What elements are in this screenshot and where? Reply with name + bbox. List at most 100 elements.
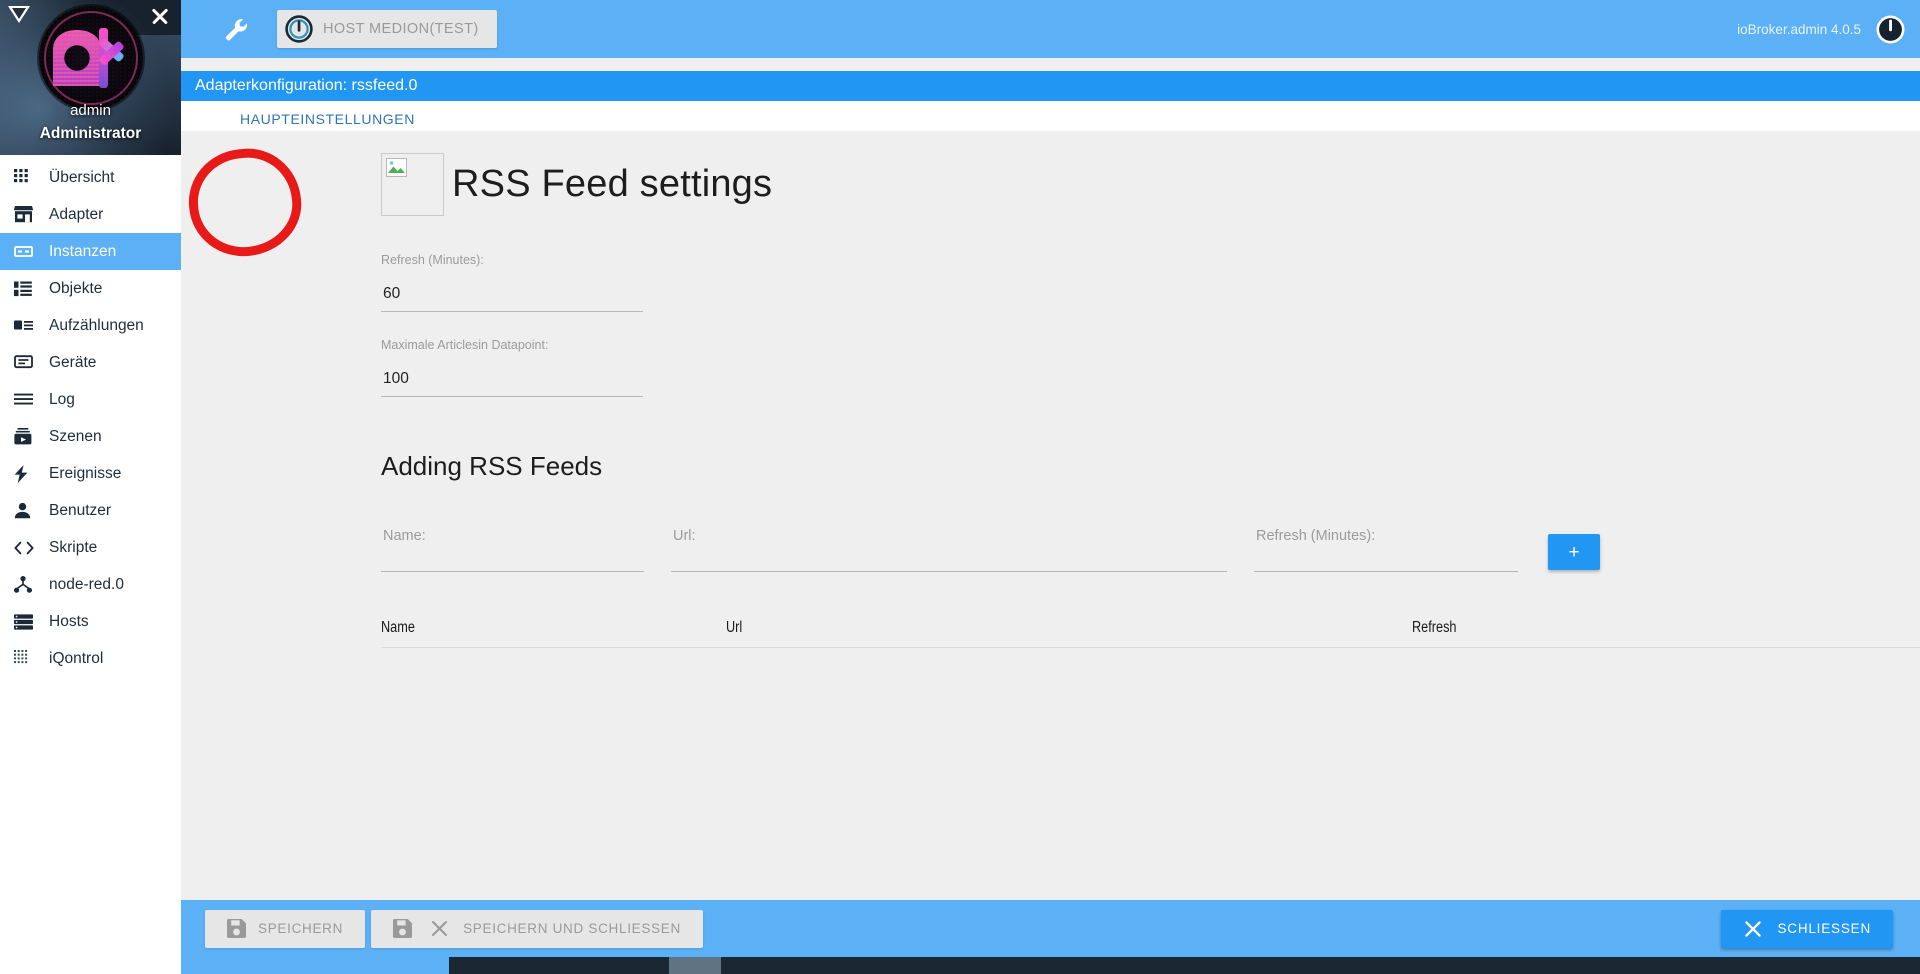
sidebar-item-label: Hosts xyxy=(49,612,89,630)
taskbar-segment-active[interactable] xyxy=(669,957,721,974)
add-feed-refresh-label: Refresh (Minutes): xyxy=(1256,528,1376,544)
plus-icon: + xyxy=(1568,541,1580,563)
sidebar-item-adapter[interactable]: Adapter xyxy=(0,196,181,233)
close-button[interactable]: SCHLIESSEN xyxy=(1721,909,1893,948)
save-button[interactable]: SPEICHERN xyxy=(205,909,366,948)
grid-icon xyxy=(14,168,40,188)
profile-role: Administrator xyxy=(39,125,142,142)
sidebar-item-label: Instanzen xyxy=(49,242,117,260)
sidebar-item-objekte[interactable]: Objekte xyxy=(0,270,181,307)
bolt-icon xyxy=(14,464,40,484)
save-and-close-label: SPEICHERN UND SCHLIESSEN xyxy=(463,921,681,936)
sidebar-item-aufzaehlungen[interactable]: Aufzählungen xyxy=(0,307,181,344)
sidebar: admin Administrator Übersicht Adapter In… xyxy=(0,0,181,974)
sidebar-nav: Übersicht Adapter Instanzen Objekte Aufz… xyxy=(0,155,181,677)
add-feed-url-label: Url: xyxy=(673,528,696,544)
server-stack-icon xyxy=(14,612,40,632)
sidebar-item-label: Objekte xyxy=(49,279,103,297)
person-icon xyxy=(14,501,40,521)
device-icon xyxy=(14,353,40,373)
add-feed-form: Name: Url: Refresh (Minutes): + xyxy=(381,526,1920,572)
floppy-disk-icon xyxy=(227,919,246,938)
taskbar-segment[interactable] xyxy=(181,957,449,974)
host-label: HOST MEDION(TEST) xyxy=(323,21,479,37)
add-feed-name-label: Name: xyxy=(383,528,426,544)
app-root: admin Administrator Übersicht Adapter In… xyxy=(0,0,1920,974)
close-x-icon xyxy=(1743,919,1763,939)
field-refresh-minutes: Refresh (Minutes): xyxy=(381,253,643,312)
taskbar-segment[interactable] xyxy=(721,957,1920,974)
floppy-disk-icon xyxy=(393,919,413,938)
power-toggle-icon[interactable] xyxy=(1875,14,1906,45)
close-x-icon xyxy=(430,919,449,938)
add-feed-url-wrap: Url: xyxy=(671,528,1227,572)
hero-row: RSS Feed settings xyxy=(381,141,1920,227)
sidebar-item-node-red[interactable]: node-red.0 xyxy=(0,566,181,603)
add-feed-name-wrap: Name: xyxy=(381,528,644,572)
taskbar-segment[interactable] xyxy=(449,957,669,974)
sidebar-item-benutzer[interactable]: Benutzer xyxy=(0,492,181,529)
field-label: Maximale Articlesin Datapoint: xyxy=(381,338,549,352)
sidebar-item-label: iQontrol xyxy=(49,649,104,667)
wrench-icon[interactable] xyxy=(219,12,253,46)
os-taskbar[interactable] xyxy=(0,957,1920,974)
enums-icon xyxy=(14,316,40,336)
sidebar-item-label: node-red.0 xyxy=(49,575,124,593)
sidebar-item-label: Szenen xyxy=(49,427,102,445)
sidebar-item-skripte[interactable]: Skripte xyxy=(0,529,181,566)
save-label: SPEICHERN xyxy=(258,921,344,936)
field-label: Refresh (Minutes): xyxy=(381,253,484,267)
sidebar-item-hosts[interactable]: Hosts xyxy=(0,603,181,640)
lines-icon xyxy=(14,390,40,410)
config-content: RSS Feed settings Refresh (Minutes): Max… xyxy=(181,131,1920,917)
sidebar-item-szenen[interactable]: Szenen xyxy=(0,418,181,455)
topbar: HOST MEDION(TEST) ioBroker.admin 4.0.5 xyxy=(181,0,1920,58)
add-feed-refresh-wrap: Refresh (Minutes): xyxy=(1254,528,1518,572)
add-feed-refresh-input[interactable] xyxy=(1254,550,1518,572)
sidebar-item-log[interactable]: Log xyxy=(0,381,181,418)
sidebar-item-label: Geräte xyxy=(49,353,97,371)
section-heading-adding-feeds: Adding RSS Feeds xyxy=(381,451,603,481)
sidebar-item-label: Übersicht xyxy=(49,168,115,186)
objects-list-icon xyxy=(14,279,40,299)
dots-grid-icon xyxy=(14,649,40,669)
main-panel: HOST MEDION(TEST) ioBroker.admin 4.0.5 A… xyxy=(181,0,1920,974)
power-icon xyxy=(285,15,313,43)
column-header-name: Name xyxy=(381,619,415,636)
feeds-table: Name Url Refresh xyxy=(381,619,1920,648)
host-selector-chip[interactable]: HOST MEDION(TEST) xyxy=(277,10,497,48)
sidebar-item-ereignisse[interactable]: Ereignisse xyxy=(0,455,181,492)
add-feed-button[interactable]: + xyxy=(1548,534,1600,570)
sidebar-item-label: Ereignisse xyxy=(49,464,122,482)
add-feed-url-input[interactable] xyxy=(671,550,1227,572)
broken-image-icon xyxy=(381,152,444,216)
sidebar-item-iqontrol[interactable]: iQontrol xyxy=(0,640,181,677)
refresh-minutes-input[interactable] xyxy=(381,285,643,312)
topbar-right: ioBroker.admin 4.0.5 xyxy=(1737,0,1906,58)
sidebar-item-uebersicht[interactable]: Übersicht xyxy=(0,159,181,196)
collapse-triangle-icon[interactable] xyxy=(8,6,30,23)
tab-label: HAUPTEINSTELLUNGEN xyxy=(240,111,415,127)
max-articles-input[interactable] xyxy=(381,370,643,397)
sidebar-item-label: Aufzählungen xyxy=(49,316,144,334)
sidebar-item-geraete[interactable]: Geräte xyxy=(0,344,181,381)
avatar xyxy=(38,6,143,110)
save-and-close-button[interactable]: SPEICHERN UND SCHLIESSEN xyxy=(371,909,703,948)
column-header-url: Url xyxy=(726,619,743,636)
close-icon[interactable] xyxy=(149,5,171,27)
add-feed-name-input[interactable] xyxy=(381,550,644,572)
sidebar-item-label: Benutzer xyxy=(49,501,112,519)
sidebar-profile-header: admin Administrator xyxy=(0,0,181,155)
scenes-play-icon xyxy=(14,427,40,447)
shop-icon xyxy=(14,205,40,225)
page-title: Adapterkonfiguration: rssfeed.0 xyxy=(195,77,418,94)
column-header-refresh: Refresh xyxy=(1412,619,1457,636)
instances-icon xyxy=(14,242,40,262)
code-brackets-icon xyxy=(14,538,40,558)
sidebar-item-label: Skripte xyxy=(49,538,98,556)
sidebar-item-instanzen[interactable]: Instanzen xyxy=(0,233,181,270)
sidebar-item-label: Log xyxy=(49,390,75,408)
version-text: ioBroker.admin 4.0.5 xyxy=(1737,21,1861,37)
page-heading: RSS Feed settings xyxy=(452,163,773,205)
node-red-icon xyxy=(14,575,40,595)
